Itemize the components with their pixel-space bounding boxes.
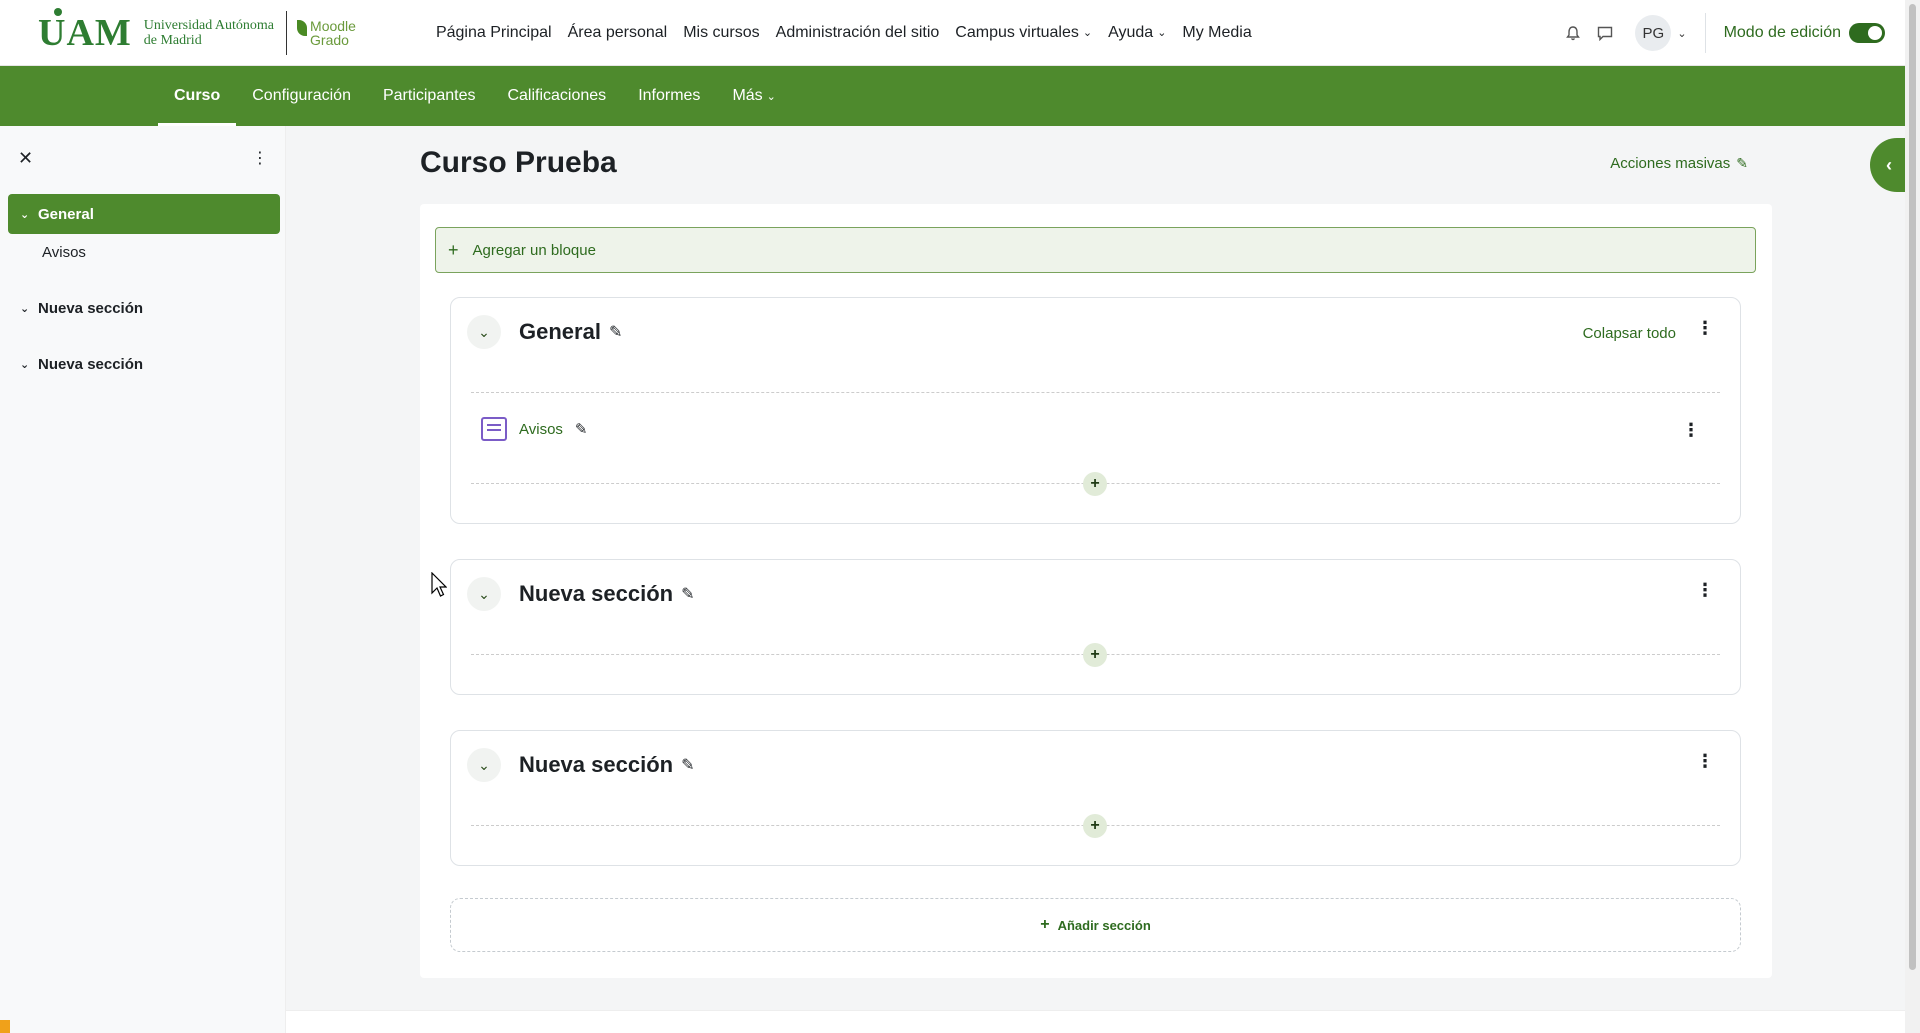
section-collapse-toggle[interactable]: ⌄ <box>467 577 501 611</box>
section-collapse-toggle[interactable]: ⌄ <box>467 748 501 782</box>
course-section-nueva-seccion-1: ⌄ Nueva sección ✎ ⋮ + <box>450 559 1741 695</box>
tab-mas[interactable]: Más ⌄ <box>716 66 791 126</box>
drawer-header: ✕ ⋮ <box>0 126 285 188</box>
plus-icon: + <box>1040 916 1050 933</box>
tab-participantes[interactable]: Participantes <box>367 66 492 126</box>
chevron-down-icon: ⌄ <box>478 323 490 340</box>
section-title: Nueva sección ✎ <box>519 752 695 777</box>
activity-avisos[interactable]: Avisos ✎ <box>481 417 588 441</box>
course-index-item-nueva-seccion-1[interactable]: ⌄ Nueva sección <box>8 288 280 328</box>
close-icon[interactable]: ✕ <box>18 148 33 169</box>
nav-pagina-principal[interactable]: Página Principal <box>428 0 560 66</box>
chevron-down-icon: ⌄ <box>1157 27 1167 39</box>
plus-icon: + <box>448 239 459 260</box>
page-scrollbar[interactable] <box>1905 0 1920 1033</box>
nav-campus-virtuales[interactable]: Campus virtuales ⌄ <box>947 0 1100 66</box>
course-index-item-general[interactable]: ⌄ General <box>8 194 280 234</box>
plus-icon: + <box>1090 817 1100 834</box>
section-title: Nueva sección ✎ <box>519 581 695 606</box>
chevron-down-icon: ⌄ <box>478 585 490 602</box>
nav-administracion[interactable]: Administración del sitio <box>768 0 948 66</box>
course-index-item-nueva-seccion-2[interactable]: ⌄ Nueva sección <box>8 344 280 384</box>
add-activity-button[interactable]: + <box>1083 643 1107 667</box>
page-title: Curso Prueba <box>420 146 617 179</box>
message-icon <box>1598 26 1613 41</box>
cursor-arrow-icon <box>431 572 447 597</box>
uam-logo-text: Universidad Autónoma de Madrid <box>143 17 275 48</box>
plus-icon: + <box>1090 475 1100 492</box>
add-activity-button[interactable]: + <box>1083 472 1107 496</box>
feedback-tab[interactable] <box>0 1020 10 1033</box>
pencil-icon[interactable]: ✎ <box>575 420 588 438</box>
collapse-all-link[interactable]: Colapsar todo <box>1583 325 1676 342</box>
bulk-actions-button[interactable]: Acciones masivas ✎ <box>1610 155 1748 172</box>
scrollbar-thumb[interactable] <box>1909 4 1916 970</box>
course-index-subitem-avisos[interactable]: Avisos <box>42 244 86 261</box>
course-section-nueva-seccion-2: ⌄ Nueva sección ✎ ⋮ + <box>450 730 1741 866</box>
tab-curso[interactable]: Curso <box>158 66 237 126</box>
user-controls: PG ⌄ Modo de edición <box>1557 0 1885 66</box>
page: { "brand": { "uam_mark": "UAM", "uam_tex… <box>0 0 1920 1033</box>
chevron-down-icon[interactable]: ⌄ <box>1677 27 1686 40</box>
pencil-icon[interactable]: ✎ <box>681 584 694 604</box>
section-title: General ✎ <box>519 319 623 344</box>
bell-icon <box>1566 25 1581 40</box>
messages-button[interactable] <box>1589 17 1621 49</box>
tab-calificaciones[interactable]: Calificaciones <box>491 66 622 126</box>
add-block-button[interactable]: + Agregar un bloque <box>435 227 1756 273</box>
pencil-icon[interactable]: ✎ <box>609 322 622 342</box>
top-navbar: UAM Universidad Autónoma de Madrid Moodl… <box>0 0 1905 66</box>
nav-my-media[interactable]: My Media <box>1174 0 1259 66</box>
pencil-icon[interactable]: ✎ <box>681 755 694 775</box>
tab-informes[interactable]: Informes <box>622 66 716 126</box>
moodle-logo: Moodle Grado <box>297 19 356 47</box>
kebab-menu-icon[interactable]: ⋮ <box>1696 580 1714 601</box>
nav-mis-cursos[interactable]: Mis cursos <box>675 0 767 66</box>
course-section-general: ⌄ General ✎ Colapsar todo ⋮ Avisos ✎ ⋮ + <box>450 297 1741 524</box>
kebab-menu-icon[interactable]: ⋮ <box>252 148 268 168</box>
chevron-down-icon: ⌄ <box>1082 27 1093 39</box>
site-logo[interactable]: UAM Universidad Autónoma de Madrid Moodl… <box>38 0 356 66</box>
user-avatar[interactable]: PG <box>1635 15 1672 51</box>
pencil-icon: ✎ <box>1736 155 1748 171</box>
kebab-menu-icon[interactable]: ⋮ <box>1696 318 1714 339</box>
chevron-down-icon: ⌄ <box>20 358 30 371</box>
chevron-left-icon: ‹ <box>1886 154 1892 175</box>
forum-icon <box>481 417 507 441</box>
logo-separator <box>286 10 288 55</box>
notifications-button[interactable] <box>1557 17 1589 49</box>
edit-mode-switch[interactable]: Modo de edición <box>1724 23 1885 43</box>
kebab-menu-icon[interactable]: ⋮ <box>1682 420 1700 441</box>
nav-area-personal[interactable]: Área personal <box>560 0 676 66</box>
divider <box>1704 13 1706 53</box>
secondary-navigation: Curso Configuración Participantes Califi… <box>0 66 1905 126</box>
nav-ayuda[interactable]: Ayuda ⌄ <box>1100 0 1174 66</box>
chevron-down-icon: ⌄ <box>478 756 490 773</box>
add-activity-button[interactable]: + <box>1083 814 1107 838</box>
plus-icon: + <box>1090 646 1100 663</box>
chevron-down-icon: ⌄ <box>20 302 30 315</box>
chevron-down-icon: ⌄ <box>766 90 776 103</box>
edit-mode-toggle[interactable] <box>1849 23 1885 43</box>
section-collapse-toggle[interactable]: ⌄ <box>467 315 501 349</box>
tab-configuracion[interactable]: Configuración <box>236 66 367 126</box>
primary-navigation: Página Principal Área personal Mis curso… <box>428 0 1260 66</box>
moodle-leaf-icon <box>297 19 308 36</box>
course-index-drawer: ✕ ⋮ ⌄ General Avisos ⌄ Nueva sección ⌄ N… <box>0 126 286 1033</box>
kebab-menu-icon[interactable]: ⋮ <box>1696 751 1714 772</box>
chevron-down-icon: ⌄ <box>20 208 30 221</box>
uam-logo-mark: UAM <box>38 7 132 52</box>
footer <box>286 1010 1905 1033</box>
add-section-button[interactable]: + Añadir sección <box>450 898 1741 952</box>
section-divider <box>471 392 1720 393</box>
